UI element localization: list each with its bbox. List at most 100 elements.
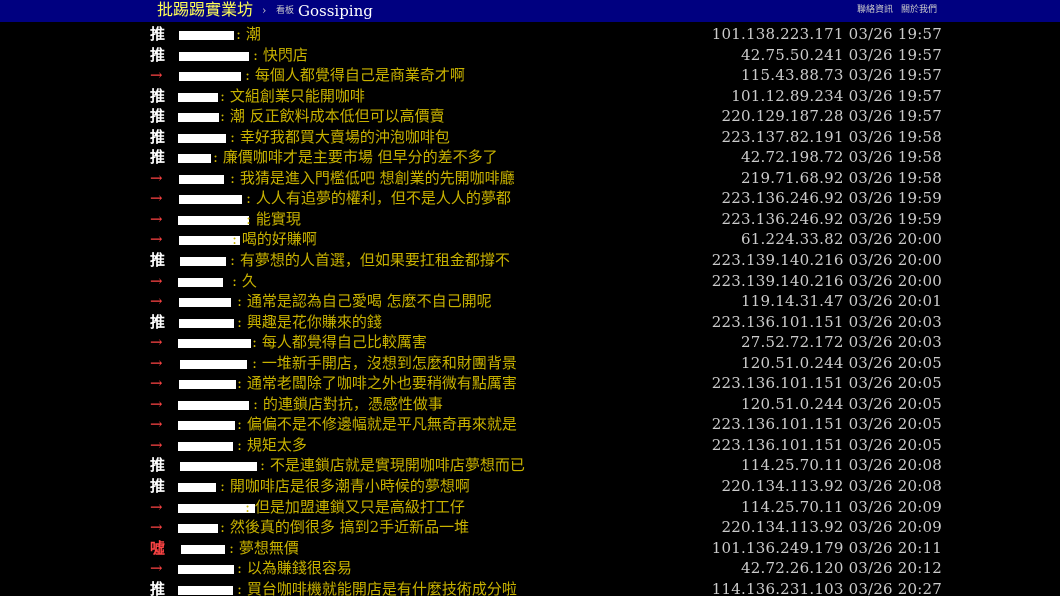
push-row: 噓: 夢想無價 101.136.249.179 03/26 20:11 — [0, 538, 1060, 559]
push-row: 推 : 開咖啡店是很多潮青小時候的夢想啊 220.134.113.92 03/26 … — [0, 476, 1060, 497]
push-row: →: 能實現 223.136.246.92 03/26 19:59 — [0, 209, 1060, 230]
push-ip-datetime: 120.51.0.244 03/26 20:05 — [741, 394, 942, 413]
push-content: : 每人都覺得自己比較厲害 — [252, 333, 427, 352]
push-content: : 有夢想的人首選，但如果要扛租金都撐不 — [230, 251, 510, 270]
push-tag: 推 — [150, 25, 166, 43]
top-bar: 批踢踢實業坊 › 看板 Gossiping 聯絡資訊 關於我們 — [0, 0, 1060, 22]
push-ip-datetime: 223.136.101.151 03/26 20:05 — [711, 415, 942, 434]
push-ip-datetime: 220.129.187.28 03/26 19:57 — [721, 107, 942, 126]
push-content: : 我猜是進入門檻低吧 想創業的先開咖啡廳 — [230, 168, 515, 187]
push-content: : 但是加盟連鎖又只是高級打工仔 — [245, 497, 465, 516]
push-content: : 久 — [232, 271, 257, 290]
push-ip-datetime: 223.136.246.92 03/26 19:59 — [721, 209, 942, 228]
push-tag: 推 — [150, 251, 166, 270]
arrow-tag: → — [150, 168, 163, 187]
user-id-redaction — [179, 31, 234, 40]
user-id-redaction — [179, 298, 231, 308]
user-id-redaction — [178, 215, 249, 225]
user-id-redaction — [179, 318, 234, 328]
arrow-tag: → — [150, 353, 163, 372]
push-row: →: 久 223.139.140.216 03/26 20:00 — [0, 271, 1060, 292]
arrow-tag: → — [150, 559, 163, 578]
push-row: 推: 快閃店 42.75.50.241 03/26 19:57 — [0, 45, 1060, 66]
user-id-redaction — [178, 585, 233, 595]
push-content: : 偏偏不是不修邊幅就是平凡無奇再來就是 — [237, 415, 517, 434]
push-content: : 人人有追夢的權利，但不是人人的夢都 — [246, 189, 511, 208]
push-content: : 夢想無價 — [229, 538, 299, 557]
user-id-redaction — [179, 380, 236, 390]
push-ip-datetime: 219.71.68.92 03/26 19:58 — [741, 168, 942, 187]
push-row: →: 的連鎖店對抗，憑感性做事 120.51.0.244 03/26 20:05 — [0, 394, 1060, 415]
about-link[interactable]: 關於我們 — [901, 0, 937, 20]
arrow-tag: → — [150, 333, 163, 352]
arrow-tag: → — [150, 189, 163, 208]
push-row: 推: 買台咖啡機就能開店是有什麼技術成分啦 114.136.231.103 03/… — [0, 579, 1060, 596]
push-tag: 推 — [150, 86, 166, 105]
arrow-tag: → — [150, 394, 163, 413]
push-content: : 開咖啡店是很多潮青小時候的夢想啊 — [220, 477, 470, 496]
push-row: 推 : 文組創業只能開咖啡 101.12.89.234 03/26 19:57 — [0, 86, 1060, 107]
push-row: → : 我猜是進入門檻低吧 想創業的先開咖啡廳 219.71.68.92 03/26… — [0, 168, 1060, 189]
push-content: : 廉價咖啡才是主要市場 但早分的差不多了 — [213, 148, 498, 167]
user-id-redaction — [178, 524, 218, 534]
push-ip-datetime: 114.25.70.11 03/26 20:09 — [741, 497, 942, 516]
user-id-redaction — [178, 441, 233, 451]
push-ip-datetime: 119.14.31.47 03/26 20:01 — [741, 292, 942, 311]
push-content: : 每個人都覺得自己是商業奇才啊 — [245, 66, 465, 85]
push-row: →: 每人都覺得自己比較厲害 27.52.72.172 03/26 20:03 — [0, 332, 1060, 353]
push-row: 推: 潮 101.138.223.171 03/26 19:57 — [0, 24, 1060, 45]
push-ip-datetime: 115.43.88.73 03/26 19:57 — [741, 66, 942, 85]
contact-link[interactable]: 聯絡資訊 — [857, 0, 893, 20]
push-row: →: 通常是認為自己愛喝 怎麼不自己開呢 119.14.31.47 03/26 2… — [0, 291, 1060, 312]
push-ip-datetime: 223.137.82.191 03/26 19:58 — [721, 127, 942, 146]
push-content: : 潮 反正飲料成本低但可以高價賣 — [220, 107, 445, 126]
user-id-redaction — [178, 154, 211, 164]
boo-tag: 噓 — [150, 538, 166, 557]
board-name-link[interactable]: Gossiping — [298, 0, 373, 22]
push-ip-datetime: 223.136.101.151 03/26 20:05 — [711, 374, 942, 393]
push-content: : 然後真的倒很多 搞到2手近新品一堆 — [220, 518, 470, 537]
push-tag: 推 — [150, 456, 166, 475]
push-content: : 能實現 — [246, 209, 301, 228]
push-row: →: 偏偏不是不修邊幅就是平凡無奇再來就是 223.136.101.151 03/… — [0, 414, 1060, 435]
push-ip-datetime: 101.12.89.234 03/26 19:57 — [731, 86, 942, 105]
user-id-redaction — [178, 483, 216, 493]
push-ip-datetime: 220.134.113.92 03/26 20:09 — [721, 518, 942, 537]
push-row: →: 通常老闆除了咖啡之外也要稍微有點厲害 223.136.101.151 03/… — [0, 373, 1060, 394]
push-ip-datetime: 223.136.101.151 03/26 20:05 — [711, 435, 942, 454]
push-content: : 幸好我都買大賣場的沖泡咖啡包 — [230, 127, 450, 146]
push-content: : 不是連鎖店就是實現開咖啡店夢想而已 — [260, 456, 525, 475]
push-content: : 文組創業只能開咖啡 — [220, 86, 365, 105]
user-id-redaction — [180, 462, 257, 472]
push-ip-datetime: 223.139.140.216 03/26 20:00 — [711, 251, 942, 270]
user-id-redaction — [181, 544, 225, 554]
push-ip-datetime: 114.25.70.11 03/26 20:08 — [741, 456, 942, 475]
site-name-link[interactable]: 批踢踢實業坊 — [157, 0, 253, 21]
push-tag: 推 — [150, 107, 166, 126]
push-tag: 推 — [150, 127, 166, 146]
push-ip-datetime: 220.134.113.92 03/26 20:08 — [721, 477, 942, 496]
user-id-redaction — [179, 72, 241, 82]
user-id-redaction — [180, 257, 226, 267]
push-content: : 通常是認為自己愛喝 怎麼不自己開呢 — [237, 292, 492, 311]
arrow-tag: → — [150, 230, 163, 249]
push-ip-datetime: 120.51.0.244 03/26 20:05 — [741, 353, 942, 372]
user-id-redaction — [178, 565, 234, 575]
push-tag: 推 — [150, 312, 166, 331]
push-tag: 推 — [150, 477, 166, 496]
breadcrumb-separator-icon: › — [262, 4, 267, 17]
push-ip-datetime: 42.75.50.241 03/26 19:57 — [741, 45, 942, 64]
push-row: →: 一堆新手開店，沒想到怎麼和財團背景 120.51.0.244 03/26 2… — [0, 353, 1060, 374]
push-ip-datetime: 42.72.26.120 03/26 20:12 — [741, 559, 942, 578]
push-content: : 喝的好賺啊 — [232, 230, 317, 249]
user-id-redaction — [178, 339, 251, 349]
user-id-redaction — [178, 113, 219, 123]
push-row: 推 : 幸好我都買大賣場的沖泡咖啡包 223.137.82.191 03/26 19… — [0, 127, 1060, 148]
push-list: 推: 潮 101.138.223.171 03/26 19:57 推: 快閃店 42.… — [0, 24, 1060, 596]
push-ip-datetime: 61.224.33.82 03/26 20:00 — [741, 230, 942, 249]
push-tag: 推 — [150, 148, 166, 167]
arrow-tag: → — [150, 271, 163, 290]
push-row: 推 : 不是連鎖店就是實現開咖啡店夢想而已 114.25.70.11 03/26 2… — [0, 455, 1060, 476]
user-id-redaction — [178, 92, 218, 102]
user-id-redaction — [179, 195, 242, 205]
